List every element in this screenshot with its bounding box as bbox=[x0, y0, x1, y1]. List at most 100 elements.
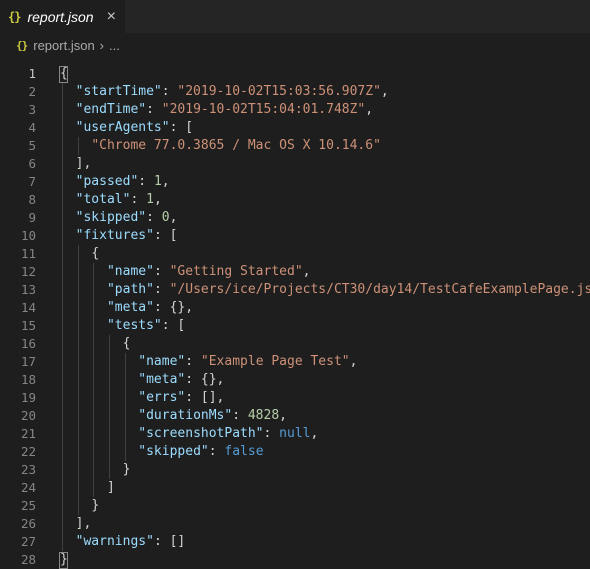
code-token: } bbox=[122, 462, 131, 477]
code-line[interactable]: 24] bbox=[0, 479, 590, 497]
code-token: : bbox=[153, 282, 170, 297]
code-line[interactable]: 18 "meta": {}, bbox=[0, 371, 590, 389]
code-token: "startTime" bbox=[75, 84, 162, 99]
code-line[interactable]: 17 "name": "Example Page Test", bbox=[0, 353, 590, 371]
line-number: 19 bbox=[20, 390, 36, 405]
code-text: } bbox=[91, 497, 99, 515]
line-number: 14 bbox=[20, 300, 36, 315]
code-token: "path" bbox=[106, 282, 154, 297]
line-number: 18 bbox=[20, 372, 36, 387]
code-line[interactable]: 16 { bbox=[0, 335, 590, 353]
tab-report-json[interactable]: {} report.json × bbox=[0, 0, 125, 33]
breadcrumb-file[interactable]: report.json bbox=[33, 38, 94, 53]
indent-guide bbox=[124, 353, 126, 461]
line-number: 9 bbox=[28, 210, 36, 225]
code-token: , bbox=[349, 354, 358, 369]
close-icon[interactable]: × bbox=[107, 8, 116, 26]
code-line[interactable]: 2 "startTime": "2019-10-02T15:03:56.907Z"… bbox=[0, 83, 590, 101]
code-line[interactable]: 14 "meta": {}, bbox=[0, 299, 590, 317]
code-text: ], bbox=[76, 155, 92, 173]
breadcrumb: {} report.json › ... bbox=[0, 33, 590, 57]
code-token: : bbox=[138, 174, 154, 189]
code-token: { bbox=[122, 336, 131, 351]
code-token: 1 bbox=[146, 192, 154, 207]
line-number: 25 bbox=[20, 498, 36, 513]
code-token: "name" bbox=[106, 264, 154, 279]
code-line[interactable]: 25} bbox=[0, 497, 590, 515]
line-number: 11 bbox=[20, 246, 36, 261]
indent-guide bbox=[77, 245, 79, 515]
code-line[interactable]: 7 "passed": 1, bbox=[0, 173, 590, 191]
code-token: "2019-10-02T15:04:01.748Z" bbox=[161, 102, 366, 117]
code-text: "name": "Getting Started", bbox=[107, 263, 311, 281]
code-token: , bbox=[169, 210, 178, 225]
code-line[interactable]: 15 "tests": [ bbox=[0, 317, 590, 335]
code-token: null bbox=[279, 426, 311, 441]
code-token: : bbox=[146, 210, 162, 225]
line-number: 21 bbox=[20, 426, 36, 441]
code-text: "tests": [ bbox=[107, 317, 185, 335]
code-line[interactable]: 11 { bbox=[0, 245, 590, 263]
code-line[interactable]: 9 "skipped": 0, bbox=[0, 209, 590, 227]
tab-bar: {} report.json × bbox=[0, 0, 590, 33]
code-token: "durationMs" bbox=[138, 408, 233, 423]
code-token: : {}, bbox=[185, 372, 225, 387]
code-line[interactable]: 13 "path": "/Users/ice/Projects/CT30/day1… bbox=[0, 281, 590, 299]
code-line[interactable]: 28} bbox=[0, 551, 590, 569]
code-line[interactable]: 5 "Chrome 77.0.3865 / Mac OS X 10.14.6" bbox=[0, 137, 590, 155]
code-text: "Chrome 77.0.3865 / Mac OS X 10.14.6" bbox=[91, 137, 381, 155]
code-line[interactable]: 21 "screenshotPath": null, bbox=[0, 425, 590, 443]
chevron-right-icon: › bbox=[99, 37, 105, 53]
line-number: 6 bbox=[28, 156, 36, 171]
code-line[interactable]: 10 "fixtures": [ bbox=[0, 227, 590, 245]
code-line[interactable]: 1{ bbox=[0, 65, 590, 83]
json-file-icon: {} bbox=[16, 38, 28, 52]
code-text: "total": 1, bbox=[76, 191, 162, 209]
code-text: } bbox=[123, 461, 131, 479]
code-line[interactable]: 20 "durationMs": 4828, bbox=[0, 407, 590, 425]
code-token: "total" bbox=[75, 192, 131, 207]
code-token: , bbox=[279, 408, 287, 423]
breadcrumb-ellipsis[interactable]: ... bbox=[109, 38, 120, 53]
code-text: "durationMs": 4828, bbox=[138, 407, 287, 425]
code-line[interactable]: 19 "errs": [], bbox=[0, 389, 590, 407]
code-token: ], bbox=[75, 516, 92, 531]
code-text: "skipped": false bbox=[138, 443, 263, 461]
code-token: } bbox=[91, 498, 100, 513]
code-line[interactable]: 27 "warnings": [] bbox=[0, 533, 590, 551]
code-editor[interactable]: 1{2 "startTime": "2019-10-02T15:03:56.907… bbox=[0, 57, 590, 569]
code-token: "passed" bbox=[75, 174, 139, 189]
code-line[interactable]: 23} bbox=[0, 461, 590, 479]
line-number: 26 bbox=[20, 516, 36, 531]
code-line[interactable]: 6], bbox=[0, 155, 590, 173]
code-text: "warnings": [] bbox=[76, 533, 186, 551]
code-text: "startTime": "2019-10-02T15:03:56.907Z", bbox=[76, 83, 389, 101]
code-line[interactable]: 3 "endTime": "2019-10-02T15:04:01.748Z", bbox=[0, 101, 590, 119]
code-token: "skipped" bbox=[75, 210, 147, 225]
indent-guide bbox=[93, 263, 95, 497]
code-token: "fixtures" bbox=[75, 228, 154, 243]
code-token: : bbox=[185, 354, 201, 369]
line-number: 23 bbox=[20, 462, 36, 477]
code-line[interactable]: 8 "total": 1, bbox=[0, 191, 590, 209]
code-token: ], bbox=[75, 156, 92, 171]
code-token: "errs" bbox=[138, 390, 186, 405]
code-token: 0 bbox=[161, 210, 170, 225]
code-token: , bbox=[365, 102, 374, 117]
code-text: ] bbox=[107, 479, 115, 497]
code-token: ] bbox=[106, 480, 115, 495]
code-token: "Getting Started" bbox=[169, 264, 303, 279]
code-text: "meta": {}, bbox=[107, 299, 193, 317]
code-line[interactable]: 26], bbox=[0, 515, 590, 533]
code-text: "passed": 1, bbox=[76, 173, 170, 191]
code-token: : [ bbox=[153, 228, 178, 243]
code-token: : {}, bbox=[153, 300, 194, 315]
code-token: "Chrome 77.0.3865 / Mac OS X 10.14.6" bbox=[91, 138, 381, 153]
code-token: "tests" bbox=[106, 318, 162, 333]
tab-label: report.json bbox=[27, 8, 94, 25]
code-line[interactable]: 12 "name": "Getting Started", bbox=[0, 263, 590, 281]
code-line[interactable]: 22 "skipped": false bbox=[0, 443, 590, 461]
code-text: "userAgents": [ bbox=[76, 119, 193, 137]
line-number: 10 bbox=[20, 228, 36, 243]
code-line[interactable]: 4 "userAgents": [ bbox=[0, 119, 590, 137]
